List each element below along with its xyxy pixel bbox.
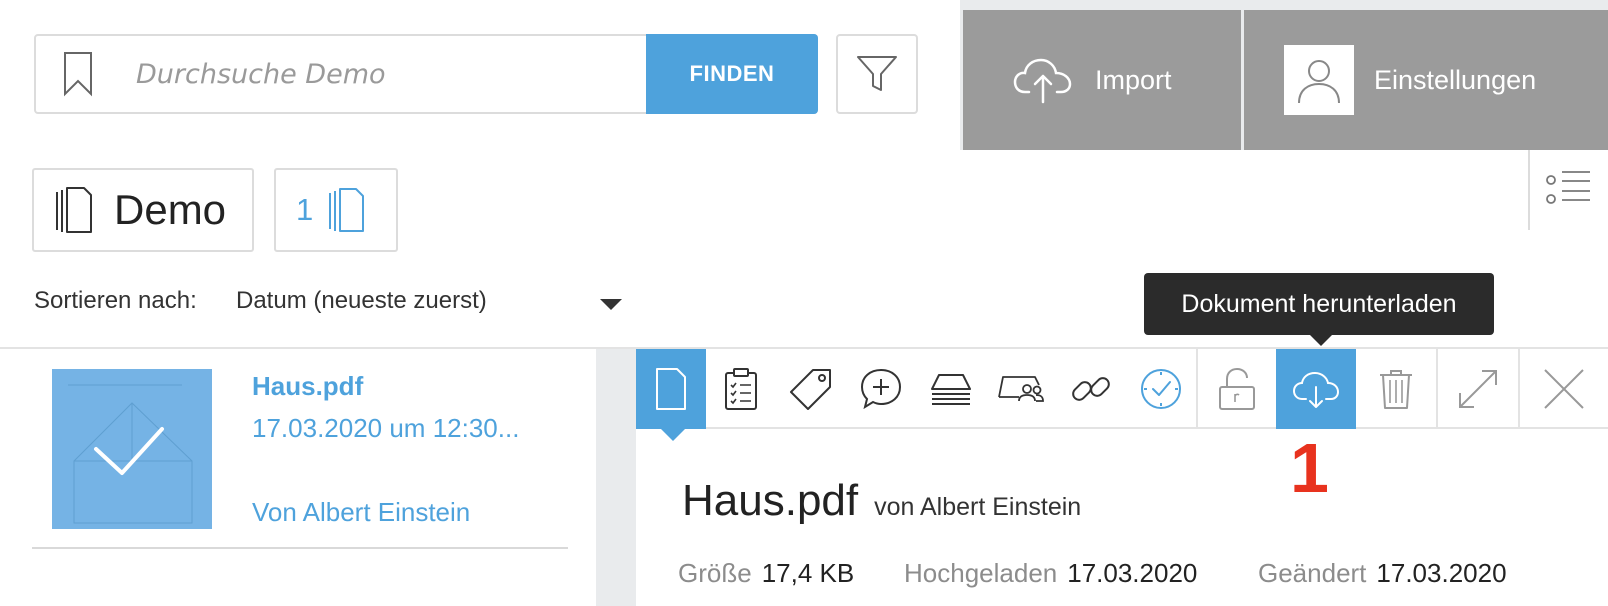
find-button[interactable]: FINDEN bbox=[646, 34, 818, 114]
active-tab-pointer bbox=[661, 429, 685, 441]
link-icon bbox=[1072, 377, 1110, 401]
document-toolbar bbox=[636, 349, 1608, 429]
stack-button[interactable] bbox=[916, 349, 986, 429]
filter-button[interactable] bbox=[836, 34, 918, 114]
detail-document-author: von Albert Einstein bbox=[874, 493, 1082, 521]
tooltip-arrow bbox=[1309, 334, 1333, 346]
meta-uploaded-label: Hochgeladen bbox=[904, 558, 1058, 588]
documents-icon bbox=[329, 188, 365, 232]
clipboard-icon bbox=[725, 368, 757, 410]
delete-button[interactable] bbox=[1356, 349, 1436, 429]
search-bar: FINDEN bbox=[34, 34, 818, 114]
import-label: Import bbox=[1095, 64, 1172, 95]
document-list-item[interactable]: Haus.pdf 17.03.2020 um 12:30... Von Albe… bbox=[32, 349, 568, 549]
unlock-icon bbox=[1219, 367, 1255, 410]
detail-title: Haus.pdf von Albert Einstein bbox=[682, 476, 1081, 526]
caret-down-icon bbox=[600, 299, 622, 310]
detail-document-name: Haus.pdf bbox=[682, 476, 859, 525]
comment-add-icon bbox=[860, 368, 902, 410]
tags-button[interactable] bbox=[776, 349, 846, 429]
document-count-button[interactable]: 1 bbox=[274, 168, 398, 252]
document-button[interactable] bbox=[636, 349, 706, 429]
folder-button[interactable]: Demo bbox=[32, 168, 254, 252]
share-button[interactable] bbox=[986, 349, 1056, 429]
checklist-button[interactable] bbox=[706, 349, 776, 429]
link-button[interactable] bbox=[1056, 349, 1126, 429]
sort-label: Sortieren nach: bbox=[34, 287, 197, 314]
cloud-download-icon bbox=[1292, 371, 1340, 408]
reminder-button[interactable] bbox=[1126, 349, 1196, 429]
document-count: 1 bbox=[296, 192, 314, 227]
list-icon bbox=[1546, 171, 1590, 204]
sort-dropdown[interactable]: Datum (neueste zuerst) bbox=[236, 287, 622, 323]
meta-changed: Geändert 17.03.2020 bbox=[1258, 558, 1507, 589]
clock-check-icon bbox=[1141, 369, 1181, 409]
documents-icon bbox=[56, 187, 92, 233]
meta-size-label: Größe bbox=[678, 558, 752, 588]
document-icon bbox=[656, 368, 686, 410]
tooltip: Dokument herunterladen bbox=[1144, 273, 1494, 335]
meta-size: Größe 17,4 KB bbox=[678, 558, 854, 589]
close-icon bbox=[1544, 369, 1584, 409]
bookmark-icon[interactable] bbox=[36, 36, 120, 112]
user-icon bbox=[1298, 60, 1340, 104]
stack-icon bbox=[931, 374, 971, 405]
meta-changed-label: Geändert bbox=[1258, 558, 1367, 588]
settings-button[interactable]: Einstellungen bbox=[1244, 10, 1608, 150]
people-icon bbox=[998, 376, 1044, 402]
settings-label: Einstellungen bbox=[1374, 64, 1537, 95]
close-button[interactable] bbox=[1518, 349, 1608, 429]
step-number-annotation: 1 bbox=[1290, 429, 1329, 507]
meta-uploaded-value: 17.03.2020 bbox=[1067, 558, 1198, 588]
download-button[interactable] bbox=[1276, 349, 1356, 429]
document-author: Von Albert Einstein bbox=[252, 497, 471, 527]
document-name: Haus.pdf bbox=[252, 371, 364, 401]
search-input[interactable] bbox=[120, 36, 646, 112]
filter-icon bbox=[857, 56, 897, 91]
tag-icon bbox=[790, 369, 831, 410]
folder-name: Demo bbox=[114, 186, 227, 233]
document-date: 17.03.2020 um 12:30... bbox=[252, 413, 520, 443]
unlock-button[interactable] bbox=[1196, 349, 1276, 429]
document-thumbnail bbox=[52, 369, 212, 529]
check-icon bbox=[94, 427, 164, 475]
avatar bbox=[1284, 45, 1354, 115]
list-view-toggle[interactable] bbox=[1528, 150, 1608, 230]
expand-icon bbox=[1459, 370, 1497, 408]
panel-gutter bbox=[596, 349, 636, 606]
add-comment-button[interactable] bbox=[846, 349, 916, 429]
meta-size-value: 17,4 KB bbox=[761, 558, 855, 588]
sort-selected-value: Datum (neueste zuerst) bbox=[236, 287, 487, 314]
meta-changed-value: 17.03.2020 bbox=[1376, 558, 1507, 588]
cloud-upload-icon bbox=[1013, 58, 1072, 104]
trash-icon bbox=[1380, 370, 1412, 409]
meta-uploaded: Hochgeladen 17.03.2020 bbox=[904, 558, 1197, 589]
expand-button[interactable] bbox=[1436, 349, 1518, 429]
import-button[interactable]: Import bbox=[963, 10, 1241, 150]
